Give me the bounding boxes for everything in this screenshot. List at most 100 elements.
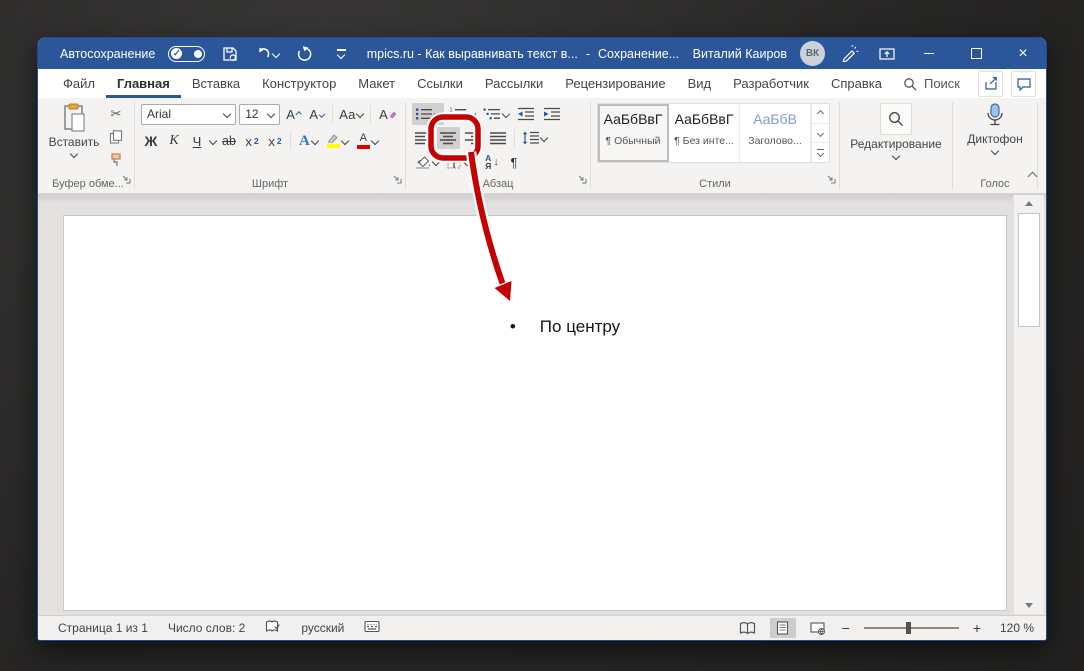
- italic-button[interactable]: К: [164, 130, 184, 152]
- styles-scroll-up-button[interactable]: [812, 104, 829, 124]
- font-size-combo[interactable]: 12: [239, 104, 280, 125]
- tab-insert[interactable]: Вставка: [181, 69, 251, 98]
- bullets-button[interactable]: [412, 103, 444, 125]
- numbering-button[interactable]: 123: [446, 103, 478, 125]
- underline-dropdown-icon[interactable]: [209, 137, 217, 145]
- chevron-up-icon: [817, 110, 824, 117]
- ink-button[interactable]: [838, 42, 862, 66]
- highlight-color-button[interactable]: [324, 130, 351, 152]
- word-count[interactable]: Число слов: 2: [168, 621, 245, 635]
- tab-design[interactable]: Конструктор: [251, 69, 347, 98]
- align-right-button[interactable]: [462, 127, 485, 149]
- change-case-button[interactable]: Аа: [337, 103, 365, 125]
- cut-button[interactable]: ✂: [104, 104, 128, 124]
- chevron-up-icon: [1028, 172, 1038, 182]
- show-formatting-marks-button[interactable]: ¶: [504, 151, 524, 173]
- document-area: • По центру: [38, 194, 1046, 615]
- zoom-slider[interactable]: [864, 627, 959, 629]
- tab-references[interactable]: Ссылки: [406, 69, 474, 98]
- tab-help[interactable]: Справка: [820, 69, 893, 98]
- maximize-button[interactable]: [959, 40, 993, 67]
- proofing-book-icon: [265, 620, 281, 634]
- format-painter-button[interactable]: [104, 150, 128, 170]
- tab-layout[interactable]: Макет: [347, 69, 406, 98]
- comments-button[interactable]: [1011, 71, 1036, 97]
- grow-font-button[interactable]: А: [283, 103, 303, 125]
- shading-button[interactable]: [412, 151, 442, 173]
- tab-developer[interactable]: Разработчик: [722, 69, 820, 98]
- strikethrough-button[interactable]: ab: [219, 130, 239, 152]
- multilevel-list-button[interactable]: [480, 103, 512, 125]
- redo-button[interactable]: [292, 42, 316, 66]
- style-no-spacing[interactable]: АаБбВвГ ¶ Без инте...: [669, 104, 740, 162]
- search-box[interactable]: Поиск: [893, 69, 970, 98]
- editing-button[interactable]: Редактирование: [846, 103, 946, 159]
- paste-button[interactable]: Вставить: [48, 103, 100, 170]
- zoom-slider-handle[interactable]: [906, 622, 911, 634]
- font-family-combo[interactable]: Arial: [141, 104, 236, 125]
- clear-formatting-button[interactable]: А: [376, 103, 399, 125]
- scrollbar-thumb[interactable]: [1018, 213, 1040, 327]
- dictate-button[interactable]: Диктофон: [959, 103, 1031, 154]
- superscript-button[interactable]: x2: [265, 130, 285, 152]
- zoom-in-button[interactable]: +: [971, 620, 983, 636]
- paragraph-dialog-launcher[interactable]: [577, 171, 587, 189]
- line-spacing-button[interactable]: [519, 127, 550, 149]
- style-normal[interactable]: АаБбВвГ ¶ Обычный: [598, 104, 669, 162]
- read-mode-button[interactable]: [735, 618, 761, 638]
- borders-button[interactable]: [444, 151, 473, 173]
- font-color-button[interactable]: А: [354, 130, 381, 152]
- align-center-button[interactable]: [437, 127, 460, 149]
- ribbon-display-options-button[interactable]: [875, 42, 899, 66]
- minimize-button[interactable]: [912, 40, 946, 67]
- tab-mailings[interactable]: Рассылки: [474, 69, 554, 98]
- sort-button[interactable]: А Я ↓: [482, 151, 502, 173]
- avatar[interactable]: ВК: [800, 41, 825, 66]
- scroll-down-button[interactable]: [1014, 597, 1044, 614]
- vertical-scrollbar[interactable]: [1013, 195, 1044, 614]
- page-info[interactable]: Страница 1 из 1: [58, 621, 148, 635]
- undo-button[interactable]: [255, 42, 279, 66]
- collapse-ribbon-button[interactable]: [1029, 167, 1036, 185]
- tab-home[interactable]: Главная: [106, 69, 181, 98]
- zoom-out-button[interactable]: −: [840, 620, 852, 636]
- close-button[interactable]: ×: [1006, 40, 1040, 67]
- styles-scroll-down-button[interactable]: [812, 124, 829, 144]
- align-left-button[interactable]: [412, 127, 435, 149]
- document-page[interactable]: • По центру: [63, 215, 1007, 611]
- justify-button[interactable]: [487, 127, 510, 149]
- document-text-line[interactable]: • По центру: [94, 317, 1036, 337]
- tab-view[interactable]: Вид: [677, 69, 723, 98]
- tab-review[interactable]: Рецензирование: [554, 69, 676, 98]
- font-dialog-launcher[interactable]: [392, 171, 402, 189]
- underline-button[interactable]: Ч: [187, 130, 207, 152]
- print-layout-button[interactable]: [770, 618, 796, 638]
- clipboard-dialog-launcher[interactable]: [121, 171, 131, 189]
- microphone-icon: [984, 103, 1006, 130]
- chevron-down-icon: [463, 158, 471, 166]
- proofing-button[interactable]: [265, 620, 281, 637]
- triangle-down-icon: [1025, 603, 1033, 608]
- language-indicator[interactable]: русский: [301, 621, 344, 635]
- web-layout-button[interactable]: [805, 618, 831, 638]
- user-name[interactable]: Виталий Каиров: [693, 47, 787, 61]
- save-button[interactable]: [218, 42, 242, 66]
- subscript-button[interactable]: x2: [242, 130, 262, 152]
- bold-button[interactable]: Ж: [141, 130, 161, 152]
- scroll-up-button[interactable]: [1014, 195, 1044, 212]
- share-button[interactable]: [978, 71, 1003, 97]
- styles-dialog-launcher[interactable]: [826, 171, 836, 189]
- text-effects-button[interactable]: А: [296, 130, 321, 152]
- increase-indent-button[interactable]: [540, 103, 564, 125]
- decrease-indent-button[interactable]: [514, 103, 538, 125]
- copy-button[interactable]: [104, 127, 128, 147]
- tab-file[interactable]: Файл: [52, 69, 106, 98]
- keyboard-button[interactable]: [364, 620, 380, 636]
- zoom-level[interactable]: 120 %: [992, 621, 1034, 635]
- styles-more-button[interactable]: [812, 143, 829, 162]
- autosave-toggle[interactable]: ✓: [168, 46, 205, 62]
- saving-status[interactable]: Сохранение...: [598, 47, 679, 61]
- quick-access-dropdown[interactable]: [329, 42, 353, 66]
- style-heading[interactable]: АаБбВ Заголово...: [740, 104, 811, 162]
- shrink-font-button[interactable]: А: [306, 103, 326, 125]
